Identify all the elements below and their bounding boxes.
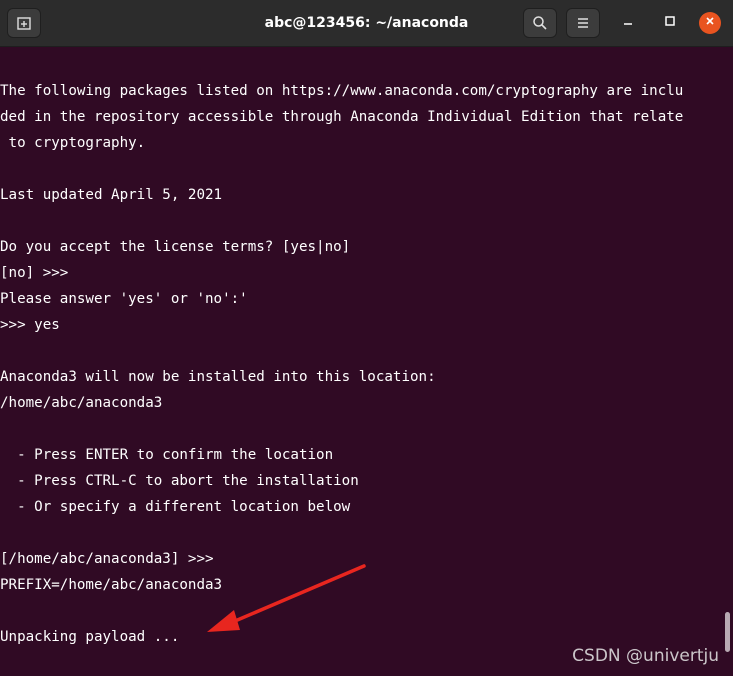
search-button[interactable] xyxy=(523,8,557,38)
terminal-line: to cryptography. xyxy=(0,135,146,151)
menu-button[interactable] xyxy=(566,8,600,38)
terminal-line: [no] >>> xyxy=(0,265,69,281)
terminal-output[interactable]: The following packages listed on https:/… xyxy=(0,47,720,676)
minimize-button[interactable] xyxy=(617,12,639,34)
terminal-line: Anaconda3 will now be installed into thi… xyxy=(0,369,436,385)
terminal-line: >>> yes xyxy=(0,317,60,333)
watermark: CSDN @univertju xyxy=(572,646,719,666)
new-tab-button[interactable] xyxy=(7,8,41,38)
terminal-line: PREFIX=/home/abc/anaconda3 xyxy=(0,577,223,593)
terminal-line: Last updated April 5, 2021 xyxy=(0,187,223,203)
close-icon xyxy=(704,14,716,32)
hamburger-menu-icon xyxy=(575,15,591,31)
terminal-line: Please answer 'yes' or 'no':' xyxy=(0,291,248,307)
maximize-button[interactable] xyxy=(659,12,681,34)
maximize-icon xyxy=(664,14,676,32)
minimize-icon xyxy=(622,14,634,32)
terminal-line: Do you accept the license terms? [yes|no… xyxy=(0,239,351,255)
terminal-line: ded in the repository accessible through… xyxy=(0,109,684,125)
search-icon xyxy=(532,15,548,31)
terminal-line: [/home/abc/anaconda3] >>> xyxy=(0,551,214,567)
title-bar: abc@123456: ~/anaconda xyxy=(0,0,733,47)
terminal-line: /home/abc/anaconda3 xyxy=(0,395,163,411)
terminal-line: The following packages listed on https:/… xyxy=(0,83,684,99)
terminal-line: - Or specify a different location below xyxy=(0,499,351,515)
new-tab-icon xyxy=(16,15,32,31)
scrollbar-thumb[interactable] xyxy=(725,612,730,652)
terminal-window: abc@123456: ~/anaconda The following pac… xyxy=(0,0,733,676)
terminal-line: - Press ENTER to confirm the location xyxy=(0,447,334,463)
close-button[interactable] xyxy=(699,12,721,34)
terminal-line: - Press CTRL-C to abort the installation xyxy=(0,473,359,489)
